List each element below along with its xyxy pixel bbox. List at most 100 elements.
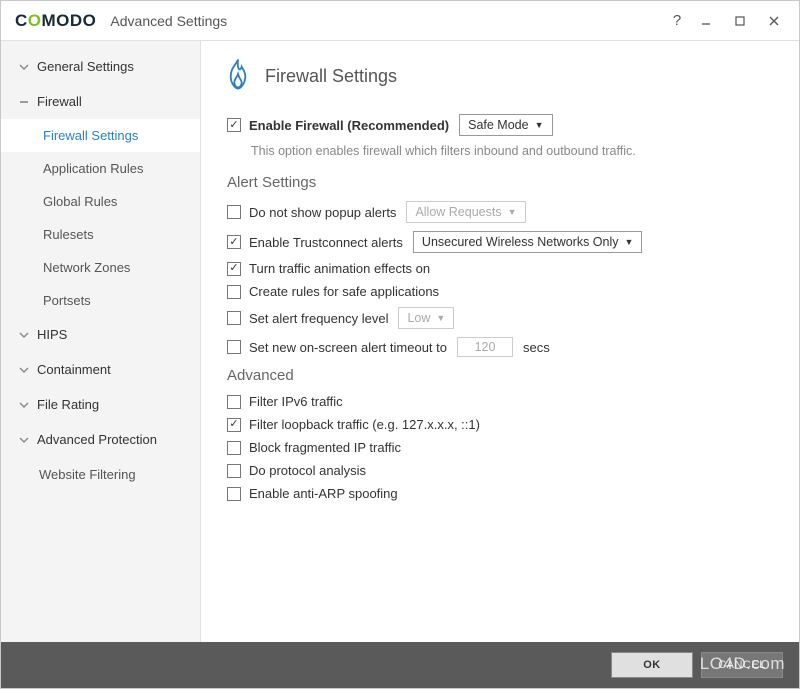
checkbox-label: Create rules for safe applications <box>249 284 439 299</box>
unit-label: secs <box>523 340 550 355</box>
checkbox-icon <box>227 487 241 501</box>
row-enable-firewall: Enable Firewall (Recommended) Safe Mode <box>227 114 777 136</box>
window-buttons <box>689 7 791 35</box>
chevron-down-icon <box>19 365 29 375</box>
row-trustconnect: Enable Trustconnect alerts Unsecured Wir… <box>227 231 777 253</box>
checkbox-icon <box>227 235 241 249</box>
checkbox-label: Filter loopback traffic (e.g. 127.x.x.x,… <box>249 417 480 432</box>
sidebar-item-label: HIPS <box>37 327 67 342</box>
minus-icon <box>19 97 29 107</box>
checkbox-icon <box>227 285 241 299</box>
dropdown-trustconnect[interactable]: Unsecured Wireless Networks Only <box>413 231 643 253</box>
checkbox-no-popup[interactable]: Do not show popup alerts <box>227 205 396 220</box>
body: General Settings Firewall Firewall Setti… <box>1 41 799 642</box>
row-animation: Turn traffic animation effects on <box>227 261 777 276</box>
maximize-icon[interactable] <box>723 7 757 35</box>
ok-button[interactable]: OK <box>611 652 693 678</box>
help-icon[interactable]: ? <box>665 12 689 29</box>
chevron-down-icon <box>19 62 29 72</box>
row-antiarp: Enable anti-ARP spoofing <box>227 486 777 501</box>
checkbox-icon <box>227 118 241 132</box>
checkbox-label: Enable Firewall (Recommended) <box>249 118 449 133</box>
sidebar-sub-firewall-settings[interactable]: Firewall Settings <box>1 119 200 152</box>
sidebar-item-label: Firewall <box>37 94 82 109</box>
checkbox-label: Do protocol analysis <box>249 463 366 478</box>
checkbox-icon <box>227 441 241 455</box>
close-icon[interactable] <box>757 7 791 35</box>
cancel-button[interactable]: CANCEL <box>701 652 783 678</box>
sidebar-sub-application-rules[interactable]: Application Rules <box>1 152 200 185</box>
sidebar-item-general-settings[interactable]: General Settings <box>1 49 200 84</box>
sidebar-item-label: File Rating <box>37 397 99 412</box>
checkbox-icon <box>227 205 241 219</box>
sidebar-sub-portsets[interactable]: Portsets <box>1 284 200 317</box>
checkbox-icon <box>227 311 241 325</box>
row-ipv6: Filter IPv6 traffic <box>227 394 777 409</box>
page-header: Firewall Settings <box>223 57 777 96</box>
checkbox-icon <box>227 464 241 478</box>
checkbox-label: Do not show popup alerts <box>249 205 396 220</box>
dropdown-alert-frequency: Low <box>398 307 454 329</box>
sidebar-item-label: Global Rules <box>43 194 117 209</box>
checkbox-loopback[interactable]: Filter loopback traffic (e.g. 127.x.x.x,… <box>227 417 480 432</box>
checkbox-alert-frequency[interactable]: Set alert frequency level <box>227 311 388 326</box>
sidebar-sub-global-rules[interactable]: Global Rules <box>1 185 200 218</box>
checkbox-icon <box>227 340 241 354</box>
row-alert-timeout: Set new on-screen alert timeout to 120 s… <box>227 337 777 357</box>
main-content: Firewall Settings Enable Firewall (Recom… <box>201 41 799 642</box>
minimize-icon[interactable] <box>689 7 723 35</box>
sidebar-item-label: Application Rules <box>43 161 143 176</box>
sidebar: General Settings Firewall Firewall Setti… <box>1 41 201 642</box>
sidebar-sub-network-zones[interactable]: Network Zones <box>1 251 200 284</box>
sidebar-item-label: Containment <box>37 362 111 377</box>
footer: OK CANCEL <box>1 642 799 688</box>
row-protocol: Do protocol analysis <box>227 463 777 478</box>
sidebar-item-firewall[interactable]: Firewall <box>1 84 200 119</box>
checkbox-protocol[interactable]: Do protocol analysis <box>227 463 366 478</box>
sidebar-item-label: Rulesets <box>43 227 94 242</box>
checkbox-animation[interactable]: Turn traffic animation effects on <box>227 261 430 276</box>
dropdown-popup-action: Allow Requests <box>406 201 525 223</box>
sidebar-item-label: Website Filtering <box>39 467 136 482</box>
checkbox-fragmented[interactable]: Block fragmented IP traffic <box>227 440 401 455</box>
chevron-down-icon <box>19 400 29 410</box>
checkbox-label: Enable anti-ARP spoofing <box>249 486 398 501</box>
checkbox-label: Set alert frequency level <box>249 311 388 326</box>
checkbox-alert-timeout[interactable]: Set new on-screen alert timeout to <box>227 340 447 355</box>
input-alert-timeout: 120 <box>457 337 513 357</box>
checkbox-icon <box>227 262 241 276</box>
flame-icon <box>223 57 253 96</box>
row-fragmented: Block fragmented IP traffic <box>227 440 777 455</box>
section-alert-settings: Alert Settings <box>227 174 777 191</box>
row-safe-rules: Create rules for safe applications <box>227 284 777 299</box>
sidebar-item-advanced-protection[interactable]: Advanced Protection <box>1 422 200 457</box>
chevron-down-icon <box>19 330 29 340</box>
sidebar-item-website-filtering[interactable]: Website Filtering <box>1 457 200 492</box>
checkbox-ipv6[interactable]: Filter IPv6 traffic <box>227 394 343 409</box>
chevron-down-icon <box>19 435 29 445</box>
sidebar-item-hips[interactable]: HIPS <box>1 317 200 352</box>
checkbox-enable-firewall[interactable]: Enable Firewall (Recommended) <box>227 118 449 133</box>
page-title: Firewall Settings <box>265 66 397 87</box>
checkbox-label: Filter IPv6 traffic <box>249 394 343 409</box>
checkbox-label: Block fragmented IP traffic <box>249 440 401 455</box>
checkbox-antiarp[interactable]: Enable anti-ARP spoofing <box>227 486 398 501</box>
dropdown-firewall-mode[interactable]: Safe Mode <box>459 114 552 136</box>
row-loopback: Filter loopback traffic (e.g. 127.x.x.x,… <box>227 417 777 432</box>
checkbox-icon <box>227 395 241 409</box>
checkbox-trustconnect[interactable]: Enable Trustconnect alerts <box>227 235 403 250</box>
checkbox-safe-rules[interactable]: Create rules for safe applications <box>227 284 439 299</box>
sidebar-item-label: Advanced Protection <box>37 432 157 447</box>
checkbox-label: Enable Trustconnect alerts <box>249 235 403 250</box>
titlebar: COMODO Advanced Settings ? <box>1 1 799 41</box>
sidebar-sub-rulesets[interactable]: Rulesets <box>1 218 200 251</box>
window-title: Advanced Settings <box>110 13 665 29</box>
sidebar-item-containment[interactable]: Containment <box>1 352 200 387</box>
sidebar-item-file-rating[interactable]: File Rating <box>1 387 200 422</box>
section-advanced: Advanced <box>227 367 777 384</box>
enable-description: This option enables firewall which filte… <box>251 144 777 158</box>
checkbox-label: Set new on-screen alert timeout to <box>249 340 447 355</box>
window: COMODO Advanced Settings ? General Setti… <box>0 0 800 689</box>
brand-logo: COMODO <box>15 11 96 31</box>
row-alert-frequency: Set alert frequency level Low <box>227 307 777 329</box>
